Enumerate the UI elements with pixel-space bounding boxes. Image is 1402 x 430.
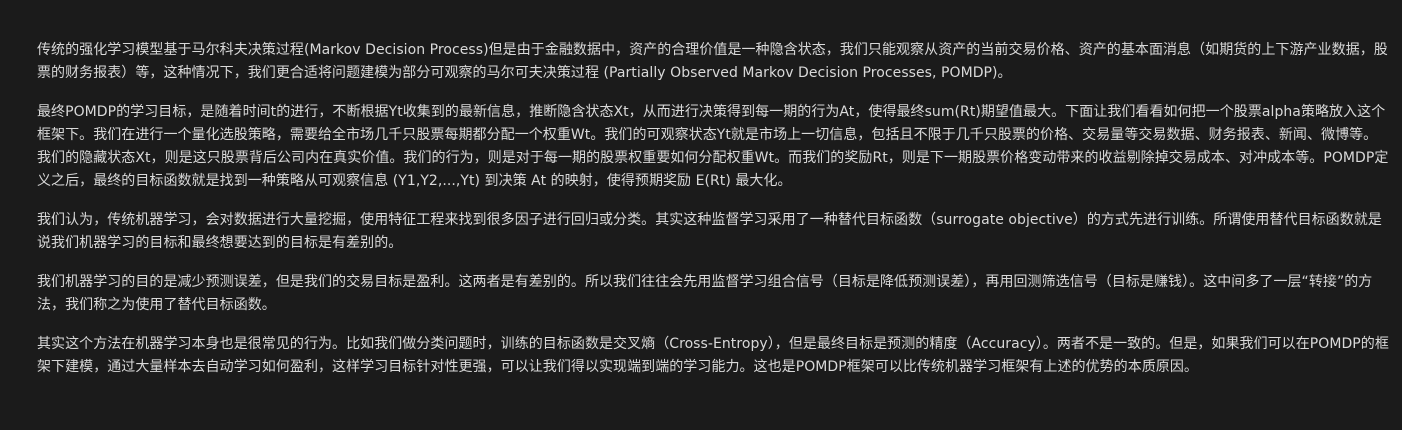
paragraph-prediction-vs-profit: 我们机器学习的目的是减少预测误差，但是我们的交易目标是盈利。这两者是有差别的。所… [37, 274, 1373, 313]
article-body: 传统的强化学习模型基于马尔科夫决策过程(Markov Decision Proc… [37, 39, 1389, 395]
paragraph-end-to-end: 其实这个方法在机器学习本身也是很常见的行为。比如我们做分类问题时，训练的目标函数… [37, 336, 1389, 375]
paragraph-pomdp-objective: 最终POMDP的学习目标，是随着时间t的进行，不断根据Yt收集到的最新信息，推断… [37, 104, 1389, 189]
paragraph-surrogate-objective: 我们认为，传统机器学习，会对数据进行大量挖掘，使用特征工程来找到很多因子进行回归… [37, 212, 1382, 251]
paragraph-markov-background: 传统的强化学习模型基于马尔科夫决策过程(Markov Decision Proc… [37, 42, 1388, 81]
